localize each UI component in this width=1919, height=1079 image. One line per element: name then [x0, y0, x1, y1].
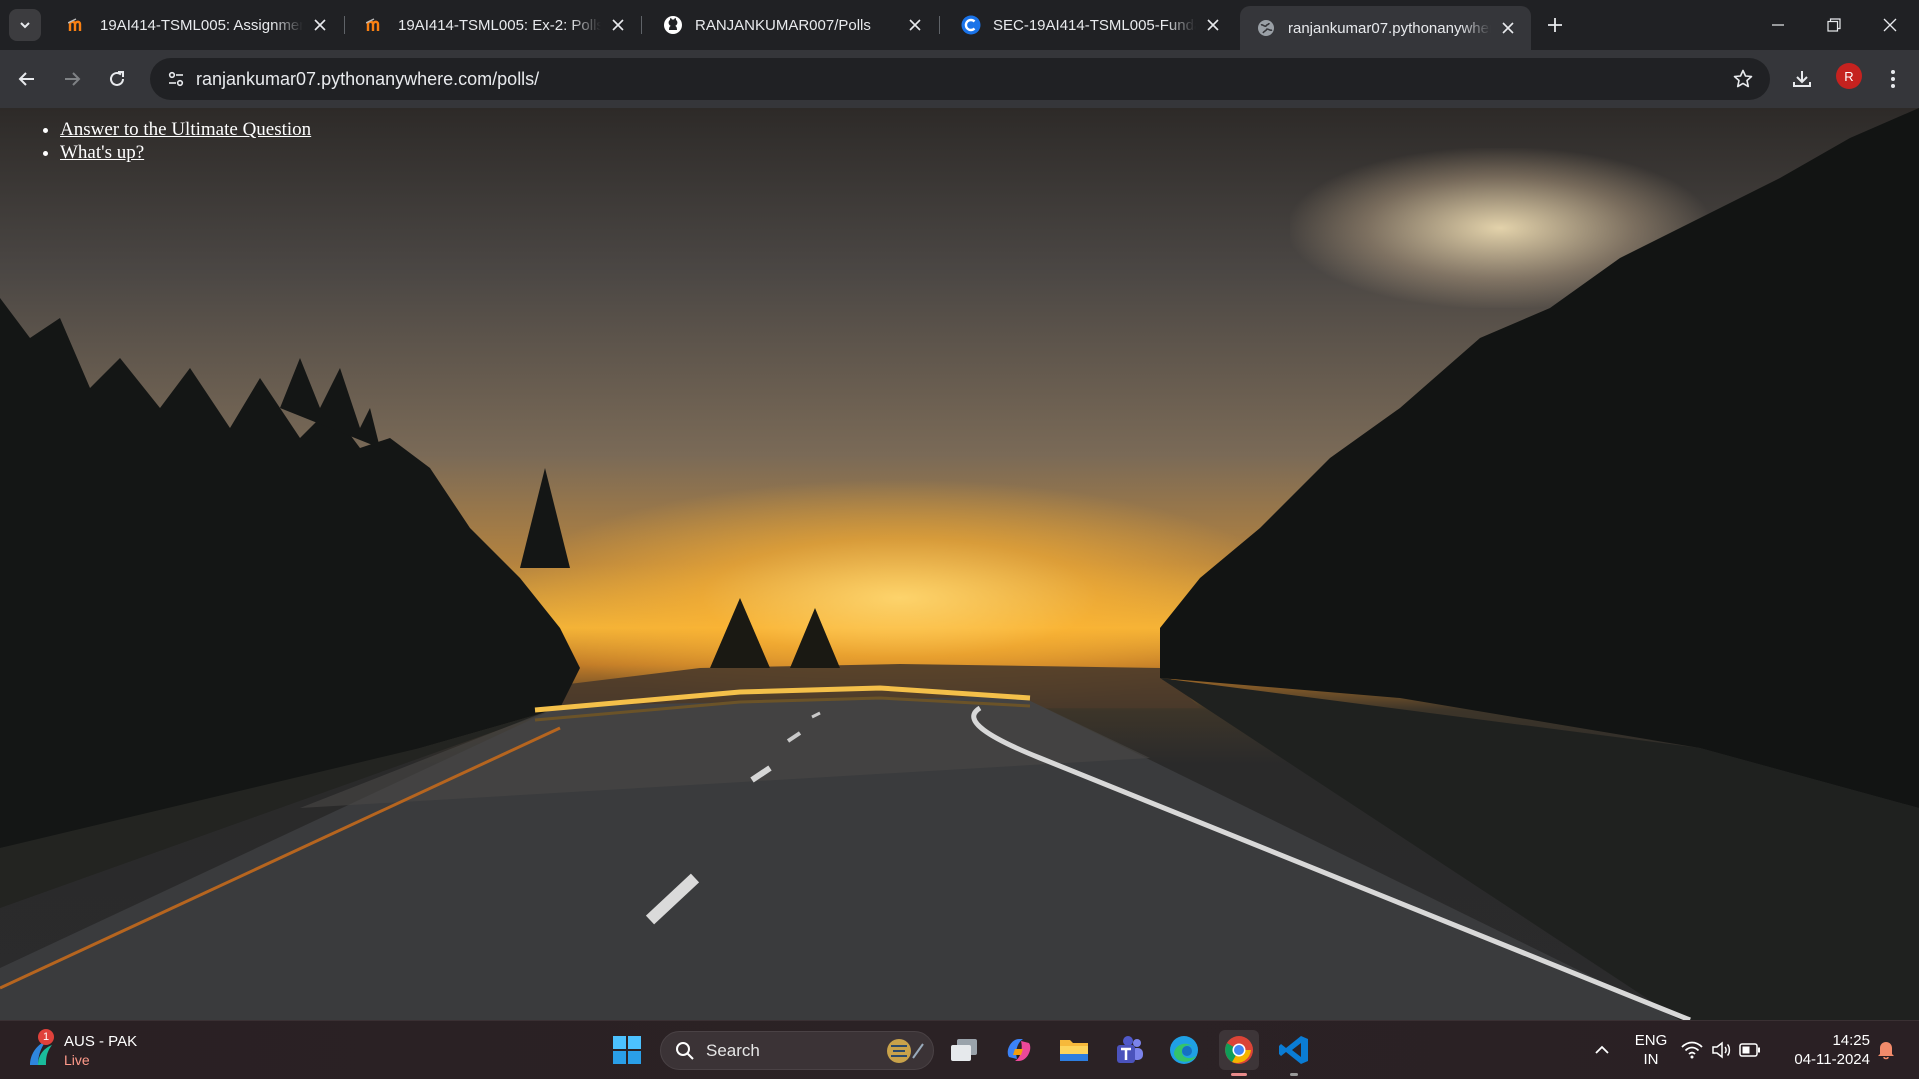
chrome-button[interactable]	[1219, 1030, 1259, 1070]
teams-icon	[1117, 1036, 1143, 1063]
list-item: Answer to the Ultimate Question	[60, 118, 311, 141]
reload-button[interactable]	[101, 63, 133, 95]
restore-button[interactable]	[1806, 0, 1862, 50]
tab-title: 19AI414-TSML005: Ex-2: Polls u	[398, 16, 601, 34]
search-highlight-icon	[887, 1039, 924, 1063]
news-widget[interactable]: 1 AUS - PAK Live	[24, 1029, 184, 1073]
browser-toolbar: ranjankumar07.pythonanywhere.com/polls/ …	[0, 50, 1919, 108]
c-icon	[961, 15, 981, 35]
search-label: Search	[706, 1041, 760, 1060]
downloads-button[interactable]	[1786, 63, 1818, 95]
close-window-button[interactable]	[1862, 0, 1918, 50]
tab-github-polls[interactable]: RANJANKUMAR007/Polls	[647, 7, 938, 43]
moodle-icon	[366, 15, 386, 35]
new-tab-button[interactable]	[1538, 11, 1572, 39]
taskbar: 1 AUS - PAK Live Search ENG IN 14:25 04-…	[0, 1020, 1919, 1079]
close-icon[interactable]	[309, 14, 331, 36]
tab-title: ranjankumar07.pythonanywhere	[1288, 19, 1491, 37]
vscode-running-indicator	[1290, 1073, 1298, 1076]
notification-badge: 1	[38, 1029, 54, 1045]
tune-icon	[168, 71, 184, 87]
polls-list: Answer to the Ultimate Question What's u…	[20, 118, 311, 164]
plus-icon	[1548, 18, 1562, 32]
clock-time: 14:25	[1832, 1032, 1870, 1049]
poll-link[interactable]: What's up?	[60, 142, 144, 163]
github-icon	[663, 15, 683, 35]
windows-icon	[613, 1036, 641, 1064]
input-language[interactable]: ENG IN	[1626, 1031, 1676, 1069]
menu-button[interactable]	[1877, 63, 1909, 95]
clock-date: 04-11-2024	[1794, 1051, 1870, 1068]
close-icon[interactable]	[1497, 17, 1519, 39]
region-code: IN	[1643, 1051, 1659, 1068]
close-icon[interactable]	[1202, 14, 1224, 36]
background-road-image	[0, 108, 1919, 1020]
poll-link[interactable]: Answer to the Ultimate Question	[60, 119, 311, 140]
reload-icon	[110, 71, 124, 86]
tab-title: SEC-19AI414-TSML005-Fundam	[993, 16, 1196, 34]
close-icon[interactable]	[607, 14, 629, 36]
tab-title: 19AI414-TSML005: Assignment	[100, 16, 303, 34]
minimize-button[interactable]	[1750, 0, 1806, 50]
star-icon	[1733, 69, 1753, 88]
bookmark-button[interactable]	[1730, 66, 1756, 92]
taskbar-search[interactable]: Search	[660, 1031, 934, 1070]
chevron-up-icon	[1595, 1045, 1609, 1054]
edge-icon	[1170, 1036, 1198, 1064]
notifications-button[interactable]	[1866, 1030, 1906, 1070]
chrome-running-indicator	[1231, 1073, 1247, 1076]
chrome-icon	[1225, 1036, 1253, 1064]
forward-button[interactable]	[56, 63, 88, 95]
back-button[interactable]	[11, 63, 43, 95]
list-item: What's up?	[60, 141, 311, 164]
folder-icon	[1060, 1040, 1088, 1061]
tab-pythonanywhere[interactable]: ranjankumar07.pythonanywhere	[1240, 6, 1531, 50]
tab-strip: 19AI414-TSML005: Assignment 19AI414-TSML…	[0, 0, 1919, 50]
chevron-down-icon	[20, 22, 30, 29]
vscode-icon	[1279, 1036, 1308, 1064]
teams-button[interactable]	[1109, 1030, 1149, 1070]
more-vertical-icon	[1891, 70, 1895, 88]
tab-title: RANJANKUMAR007/Polls	[695, 16, 871, 34]
task-view-icon	[951, 1039, 977, 1061]
minimize-icon	[1772, 24, 1784, 26]
page-viewport: Answer to the Ultimate Question What's u…	[0, 108, 1919, 1020]
quick-settings-button[interactable]	[1676, 1030, 1766, 1070]
vscode-button[interactable]	[1274, 1030, 1314, 1070]
battery-icon	[1739, 1043, 1760, 1057]
copilot-button[interactable]	[999, 1030, 1039, 1070]
clock[interactable]: 14:25 04-11-2024	[1780, 1031, 1870, 1069]
download-icon	[1793, 71, 1811, 87]
tab-assignment[interactable]: 19AI414-TSML005: Assignment	[52, 7, 343, 43]
show-hidden-icons-button[interactable]	[1582, 1030, 1622, 1070]
start-button[interactable]	[607, 1030, 647, 1070]
search-icon	[676, 1042, 694, 1060]
arrow-right-icon	[65, 72, 81, 86]
close-icon	[1883, 18, 1897, 32]
language-code: ENG	[1634, 1032, 1668, 1049]
task-view-button[interactable]	[944, 1030, 984, 1070]
restore-icon	[1827, 18, 1841, 32]
arrow-left-icon	[18, 72, 34, 86]
moodle-icon	[68, 15, 88, 35]
tab-search-button[interactable]	[9, 9, 41, 41]
site-info-button[interactable]	[160, 63, 192, 95]
tab-sec-fundamentals[interactable]: SEC-19AI414-TSML005-Fundam	[945, 7, 1236, 43]
close-icon[interactable]	[904, 14, 926, 36]
news-title: AUS - PAK	[64, 1033, 138, 1050]
globe-icon	[1256, 18, 1276, 38]
bell-icon	[1878, 1042, 1894, 1060]
copilot-icon	[1007, 1039, 1031, 1061]
profile-avatar[interactable]: R	[1836, 63, 1862, 89]
file-explorer-button[interactable]	[1054, 1030, 1094, 1070]
wifi-icon	[1681, 1041, 1703, 1059]
url-text[interactable]: ranjankumar07.pythonanywhere.com/polls/	[196, 69, 539, 90]
edge-button[interactable]	[1164, 1030, 1204, 1070]
tab-ex2-polls[interactable]: 19AI414-TSML005: Ex-2: Polls u	[350, 7, 641, 43]
news-subtitle: Live	[64, 1052, 90, 1068]
address-bar[interactable]: ranjankumar07.pythonanywhere.com/polls/	[150, 58, 1770, 100]
volume-icon	[1712, 1041, 1731, 1059]
